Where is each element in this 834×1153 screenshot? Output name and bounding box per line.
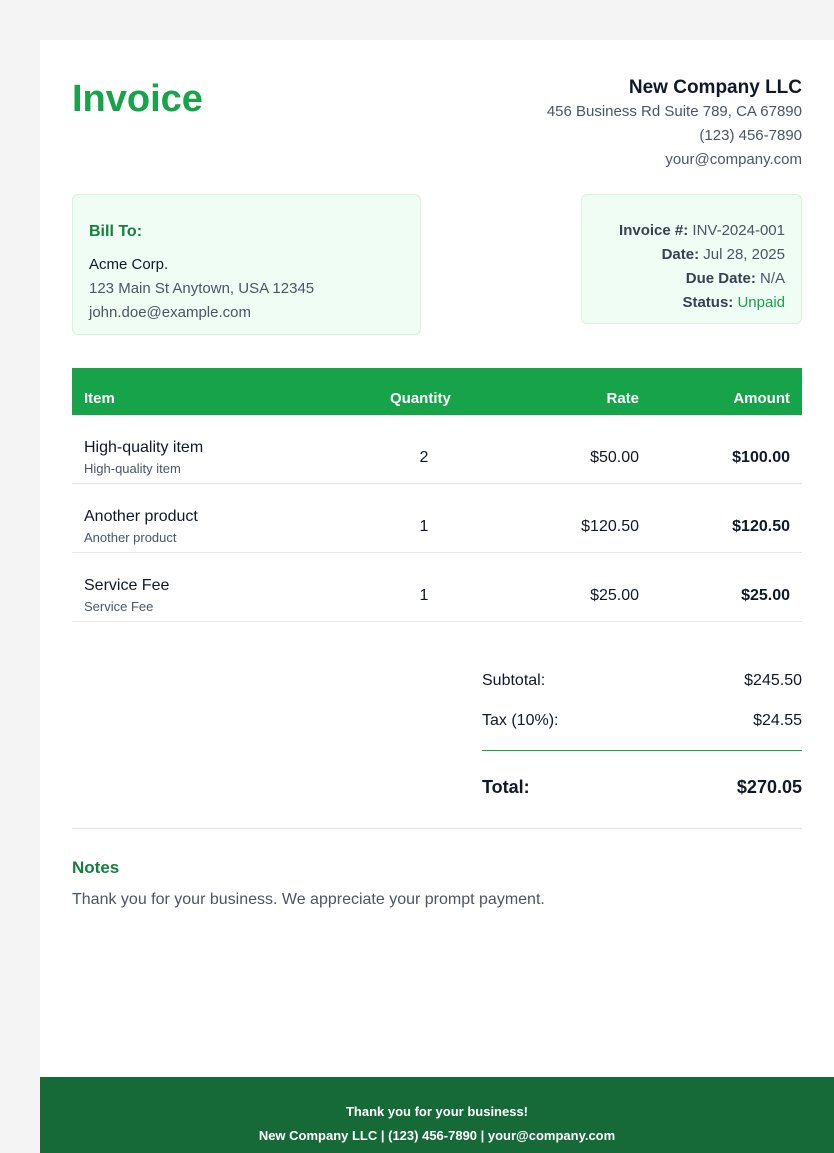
item-description: High-quality item (84, 461, 181, 476)
invoice-number-value: INV-2024-001 (692, 222, 785, 239)
invoice-date-label: Date: (661, 246, 700, 263)
company-address: 456 Business Rd Suite 789, CA 67890 (546, 103, 802, 120)
company-info: New Company LLC 456 Business Rd Suite 78… (547, 76, 802, 172)
item-name: High-quality item (84, 439, 204, 456)
subtotal-row: Subtotal: $245.50 (482, 672, 802, 712)
subtotal-value: $245.50 (744, 672, 802, 689)
item-rate: $50.00 (590, 449, 639, 466)
table-header: Item Quantity Rate Amount (72, 368, 802, 415)
column-header-amount: Amount (733, 390, 790, 407)
footer-thanks: Thank you for your business! (345, 1104, 529, 1119)
item-amount: $100.00 (732, 449, 790, 466)
tax-row: Tax (10%): $24.55 (482, 712, 802, 752)
invoice-date-row: Date: Jul 28, 2025 (592, 243, 785, 267)
footer-contact: New Company LLC | (123) 456-7890 | your@… (258, 1128, 616, 1143)
due-date-value: N/A (759, 270, 785, 287)
tax-value: $24.55 (753, 712, 802, 729)
totals-section: Subtotal: $245.50 Tax (10%): $24.55 Tota… (482, 672, 802, 817)
company-phone: (123) 456-7890 (699, 127, 802, 144)
column-header-rate: Rate (606, 390, 639, 407)
item-quantity: 1 (419, 518, 429, 535)
invoice-number-row: Invoice #: INV-2024-001 (592, 219, 785, 243)
total-label: Total: (482, 777, 530, 797)
invoice-page: Invoice New Company LLC 456 Business Rd … (40, 40, 834, 1153)
notes-text: Thank you for your business. We apprecia… (72, 891, 545, 908)
company-name: New Company LLC (628, 77, 802, 98)
item-amount: $120.50 (732, 518, 790, 535)
table-row: High-quality item High-quality item 2 $5… (72, 415, 802, 484)
item-description: Another product (84, 530, 177, 545)
bill-to-card: Bill To: Acme Corp. 123 Main St Anytown,… (72, 194, 421, 335)
status-label: Status: (682, 294, 734, 311)
section-divider (72, 828, 802, 829)
invoice-meta-card: Invoice #: INV-2024-001 Date: Jul 28, 20… (581, 194, 802, 324)
column-header-item: Item (84, 390, 115, 407)
invoice-footer: Thank you for your business! New Company… (40, 1077, 834, 1153)
item-rate: $25.00 (590, 587, 639, 604)
subtotal-label: Subtotal: (482, 672, 546, 689)
tax-label: Tax (10%): (482, 712, 559, 729)
notes-heading: Notes (72, 858, 120, 877)
items-table: Item Quantity Rate Amount High-quality i… (72, 368, 802, 622)
item-name: Another product (84, 508, 198, 525)
item-name: Service Fee (84, 577, 170, 594)
client-email: john.doe@example.com (89, 304, 251, 321)
status-row: Status: Unpaid (592, 291, 785, 315)
client-name: Acme Corp. (89, 256, 169, 273)
page-title: Invoice (72, 78, 203, 120)
bill-to-heading: Bill To: (89, 223, 143, 240)
invoice-date-value: Jul 28, 2025 (703, 246, 785, 263)
item-quantity: 1 (419, 587, 429, 604)
total-value: $270.05 (736, 777, 802, 797)
table-row: Another product Another product 1 $120.5… (72, 484, 802, 553)
invoice-number-label: Invoice #: (619, 222, 689, 239)
status-badge: Unpaid (737, 294, 785, 311)
item-description: Service Fee (84, 599, 154, 614)
item-rate: $120.50 (581, 518, 639, 535)
company-email: your@company.com (665, 151, 802, 168)
due-date-row: Due Date: N/A (592, 267, 785, 291)
column-header-quantity: Quantity (390, 390, 451, 407)
total-row: Total: $270.05 (482, 777, 802, 817)
client-address: 123 Main St Anytown, USA 12345 (89, 280, 315, 297)
table-row: Service Fee Service Fee 1 $25.00 $25.00 (72, 553, 802, 622)
item-quantity: 2 (419, 449, 429, 466)
due-date-label: Due Date: (685, 270, 756, 287)
item-amount: $25.00 (741, 587, 790, 604)
